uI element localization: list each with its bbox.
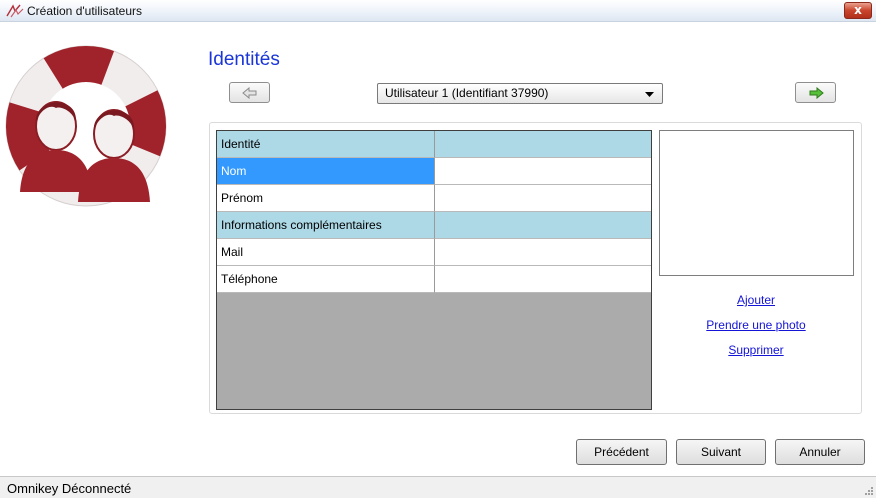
- chevron-down-icon: [645, 92, 654, 97]
- grid-section-row: Identité: [217, 131, 651, 158]
- user-creation-dialog: Création d'utilisateurs x Identités Util…: [0, 0, 876, 498]
- grid-row-label[interactable]: Mail: [217, 239, 435, 266]
- status-bar: Omnikey Déconnecté: [0, 476, 876, 498]
- user-select-value: Utilisateur 1 (Identifiant 37990): [385, 86, 549, 100]
- grid-row-value: [435, 131, 651, 158]
- previous-user-button[interactable]: [229, 82, 270, 103]
- grid-row-nom[interactable]: Nom: [217, 158, 651, 185]
- app-icon: [6, 4, 24, 18]
- grid-row-telephone[interactable]: Téléphone: [217, 266, 651, 293]
- take-photo-link[interactable]: Prendre une photo: [676, 318, 836, 332]
- next-user-button[interactable]: [795, 82, 836, 103]
- grid-row-label[interactable]: Nom: [217, 158, 435, 185]
- grid-row-mail[interactable]: Mail: [217, 239, 651, 266]
- telephone-value-cell[interactable]: [435, 266, 651, 293]
- close-button[interactable]: x: [844, 2, 872, 19]
- window-title: Création d'utilisateurs: [27, 4, 143, 18]
- grid-row-label[interactable]: Téléphone: [217, 266, 435, 293]
- previous-button[interactable]: Précédent: [576, 439, 667, 465]
- prenom-value-cell[interactable]: [435, 185, 651, 212]
- delete-photo-link[interactable]: Supprimer: [676, 343, 836, 357]
- arrow-right-icon: [809, 87, 824, 99]
- photo-preview: [659, 130, 854, 276]
- grid-section-row: Informations complémentaires: [217, 212, 651, 239]
- identity-grid[interactable]: Identité Nom Prénom Informations complém…: [216, 130, 652, 410]
- add-photo-link[interactable]: Ajouter: [676, 293, 836, 307]
- grid-row-label: Identité: [217, 131, 435, 158]
- status-text: Omnikey Déconnecté: [7, 481, 132, 496]
- mail-value-cell[interactable]: [435, 239, 651, 266]
- grid-row-label: Informations complémentaires: [217, 212, 435, 239]
- nom-value-cell[interactable]: [435, 158, 651, 185]
- next-button[interactable]: Suivant: [676, 439, 766, 465]
- grid-row-prenom[interactable]: Prénom: [217, 185, 651, 212]
- arrow-left-icon: [242, 87, 257, 99]
- grid-row-label[interactable]: Prénom: [217, 185, 435, 212]
- resize-grip-icon[interactable]: [864, 486, 874, 496]
- user-select[interactable]: Utilisateur 1 (Identifiant 37990): [377, 83, 663, 104]
- cancel-button[interactable]: Annuler: [775, 439, 865, 465]
- grid-row-value: [435, 212, 651, 239]
- title-bar: Création d'utilisateurs x: [0, 0, 876, 22]
- users-lifebuoy-logo: [5, 45, 167, 207]
- page-title: Identités: [208, 49, 280, 70]
